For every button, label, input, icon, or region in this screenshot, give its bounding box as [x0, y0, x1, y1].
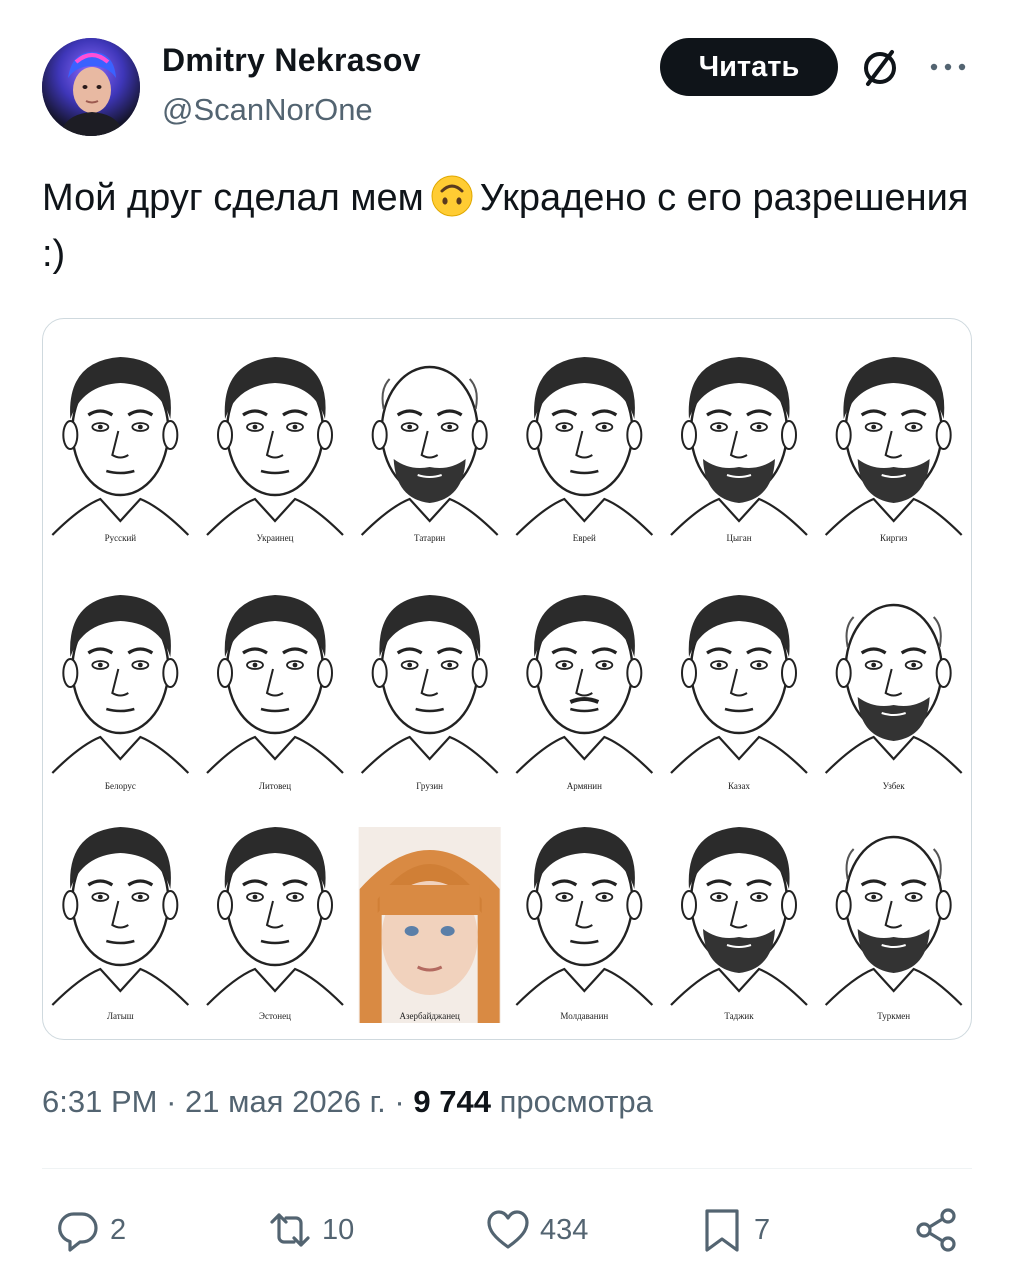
share-icon: [916, 1208, 956, 1252]
bookmark-icon: [705, 1209, 739, 1252]
face-portrait: [51, 357, 190, 536]
face-portrait: [515, 357, 654, 536]
share-button[interactable]: [912, 1204, 968, 1256]
repost-icon: [270, 1213, 310, 1247]
face-portrait: [206, 595, 344, 774]
face-portrait: [824, 835, 963, 1006]
grok-icon[interactable]: [858, 46, 902, 90]
avatar[interactable]: [42, 38, 140, 136]
meta-separator: ·: [394, 1084, 405, 1119]
face-caption: Литовец: [259, 781, 291, 791]
face-caption: Киргиз: [880, 533, 908, 543]
upside-down-face-icon: [431, 175, 473, 217]
face-portrait: [206, 827, 344, 1006]
face-portrait: [51, 827, 190, 1006]
face-portrait: [670, 827, 808, 1006]
reply-icon: [58, 1212, 98, 1252]
meta-separator: ·: [166, 1084, 177, 1119]
faces-grid: Русский Украинец Татарин Еврей Цыган Киргиз Бе…: [51, 357, 963, 1023]
face-portrait: [824, 603, 963, 774]
face-portrait: [515, 595, 654, 774]
reply-button[interactable]: 2: [54, 1204, 126, 1256]
views-count: 9 744: [413, 1084, 491, 1119]
face-caption: Украинец: [257, 533, 294, 543]
face-caption: Грузин: [416, 781, 443, 791]
bookmark-count: 7: [754, 1213, 771, 1246]
face-portrait: [358, 827, 501, 1023]
tweet-time[interactable]: 6:31 PM: [42, 1084, 157, 1119]
avatar-image: [42, 38, 140, 136]
repost-button[interactable]: 10: [266, 1204, 354, 1256]
face-portrait: [515, 827, 654, 1006]
tweet-text: Мой друг сделал мем Украдено с его разре…: [42, 170, 972, 282]
tweet-text-part-1: Мой друг сделал мем: [42, 177, 424, 219]
face-portrait: [670, 357, 808, 536]
face-caption: Таджик: [724, 1011, 754, 1021]
face-caption: Эстонец: [259, 1011, 291, 1021]
face-portrait: [670, 595, 808, 774]
face-caption: Татарин: [414, 533, 445, 543]
like-button[interactable]: 434: [484, 1204, 588, 1256]
face-portrait: [360, 365, 499, 536]
tweet-date[interactable]: 21 мая 2026 г.: [185, 1084, 386, 1119]
face-caption: Цыган: [726, 533, 751, 543]
face-caption: Узбек: [883, 781, 906, 791]
author-name[interactable]: Dmitry Nekrasov: [162, 42, 421, 79]
face-caption: Казах: [728, 781, 750, 791]
face-portrait: [51, 595, 190, 774]
face-caption: Молдаванин: [560, 1011, 608, 1021]
tweet-meta: 6:31 PM · 21 мая 2026 г. · 9 744 просмот…: [42, 1084, 653, 1120]
bookmark-button[interactable]: 7: [698, 1204, 770, 1256]
face-caption: Белорус: [105, 781, 136, 791]
repost-count: 10: [322, 1213, 355, 1246]
face-caption: Русский: [105, 533, 137, 543]
follow-button[interactable]: Читать: [660, 38, 838, 96]
face-caption: Армянин: [567, 781, 602, 791]
face-portrait: [824, 357, 963, 536]
views-label: просмотра: [499, 1084, 653, 1119]
tweet-media-image[interactable]: Русский Украинец Татарин Еврей Цыган Киргиз Бе…: [42, 318, 972, 1040]
heart-icon: [487, 1210, 529, 1249]
face-portrait: [360, 595, 499, 774]
face-caption: Латыш: [107, 1011, 134, 1021]
face-caption: Туркмен: [877, 1011, 910, 1021]
face-caption: Еврей: [573, 533, 596, 543]
like-count: 434: [540, 1213, 589, 1246]
more-options-icon[interactable]: [928, 58, 968, 76]
author-handle[interactable]: @ScanNorOne: [162, 92, 373, 128]
reply-count: 2: [110, 1213, 127, 1246]
face-portrait: [206, 357, 344, 536]
divider: [42, 1168, 972, 1169]
face-caption: Азербайджанец: [399, 1011, 460, 1021]
